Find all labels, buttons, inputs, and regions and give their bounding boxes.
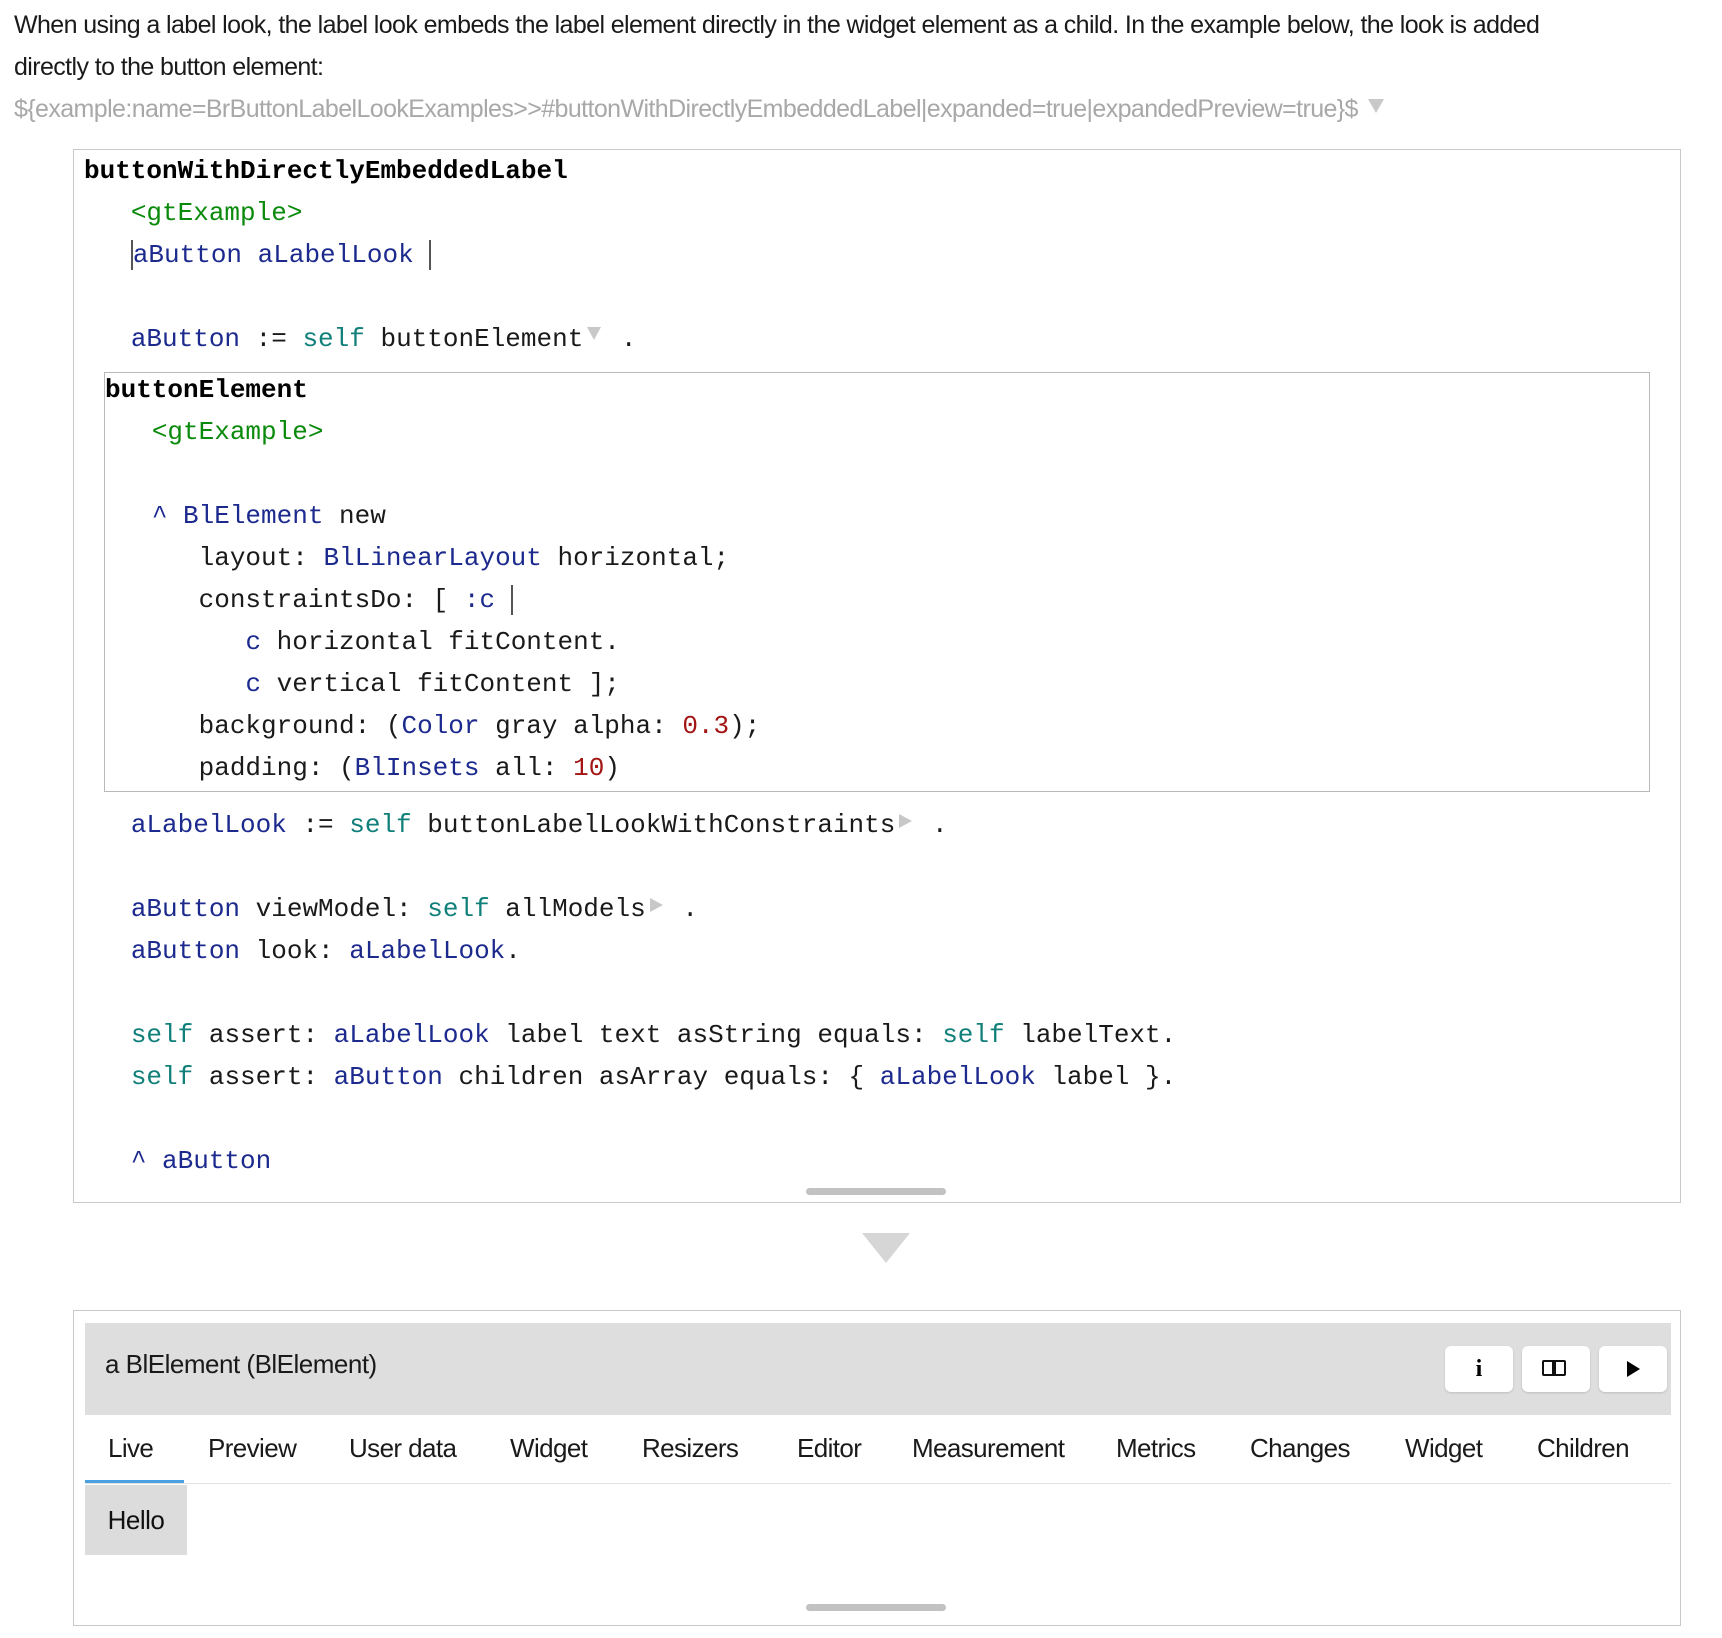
play-icon <box>1626 1361 1640 1377</box>
intro-line-1: When using a label look, the label look … <box>14 11 1540 39</box>
expand-method-icon[interactable] <box>899 814 913 829</box>
collapse-triangle-icon[interactable] <box>1367 99 1384 114</box>
tab-editor[interactable]: Editor <box>797 1433 862 1464</box>
embedded-method-selector: buttonElement <box>105 375 308 405</box>
example-reference[interactable]: ${example:name=BrButtonLabelLookExamples… <box>14 95 1358 123</box>
live-preview-button[interactable]: Hello <box>85 1485 187 1555</box>
tab-live[interactable]: Live <box>108 1433 154 1464</box>
collapse-embedded-method-icon[interactable] <box>587 326 602 340</box>
inspector-header: a BlElement (BlElement) i <box>85 1323 1671 1415</box>
info-button[interactable]: i <box>1445 1346 1513 1392</box>
inspector-title: a BlElement (BlElement) <box>105 1349 377 1379</box>
info-icon: i <box>1475 1355 1483 1382</box>
inspect-book-button[interactable] <box>1522 1346 1590 1392</box>
expand-method-icon[interactable] <box>649 898 663 913</box>
book-icon <box>1542 1360 1570 1378</box>
play-button[interactable] <box>1599 1346 1667 1392</box>
method-selector: buttonWithDirectlyEmbeddedLabel <box>84 156 568 186</box>
embedded-method-editor[interactable]: buttonElement <gtExample> ^ BlElement ne… <box>104 372 1650 792</box>
resize-handle[interactable] <box>806 1188 946 1195</box>
tab-resizers[interactable]: Resizers <box>642 1433 739 1464</box>
example-code-editor[interactable]: buttonWithDirectlyEmbeddedLabel <gtExamp… <box>73 149 1681 1203</box>
intro-line-2: directly to the button element: <box>14 53 324 81</box>
tab-preview[interactable]: Preview <box>208 1433 297 1464</box>
active-tab-indicator <box>85 1480 184 1483</box>
tab-widget[interactable]: Widget <box>510 1433 588 1464</box>
tab-measurement[interactable]: Measurement <box>912 1433 1065 1464</box>
tab-changes[interactable]: Changes <box>1250 1433 1350 1464</box>
element-inspector: a BlElement (BlElement) i Live Preview U… <box>73 1310 1681 1626</box>
inspector-resize-handle[interactable] <box>806 1604 946 1611</box>
tab-user-data[interactable]: User data <box>349 1433 457 1464</box>
inspector-tabs: Live Preview User data Widget Resizers E… <box>85 1421 1671 1484</box>
result-arrow-icon <box>862 1233 910 1263</box>
tab-children[interactable]: Children <box>1537 1433 1630 1464</box>
pragma: <gtExample> <box>130 198 303 228</box>
tab-widget-2[interactable]: Widget <box>1405 1433 1483 1464</box>
tab-metrics[interactable]: Metrics <box>1116 1433 1196 1464</box>
intro-text: When using a label look, the label look … <box>14 4 1714 130</box>
